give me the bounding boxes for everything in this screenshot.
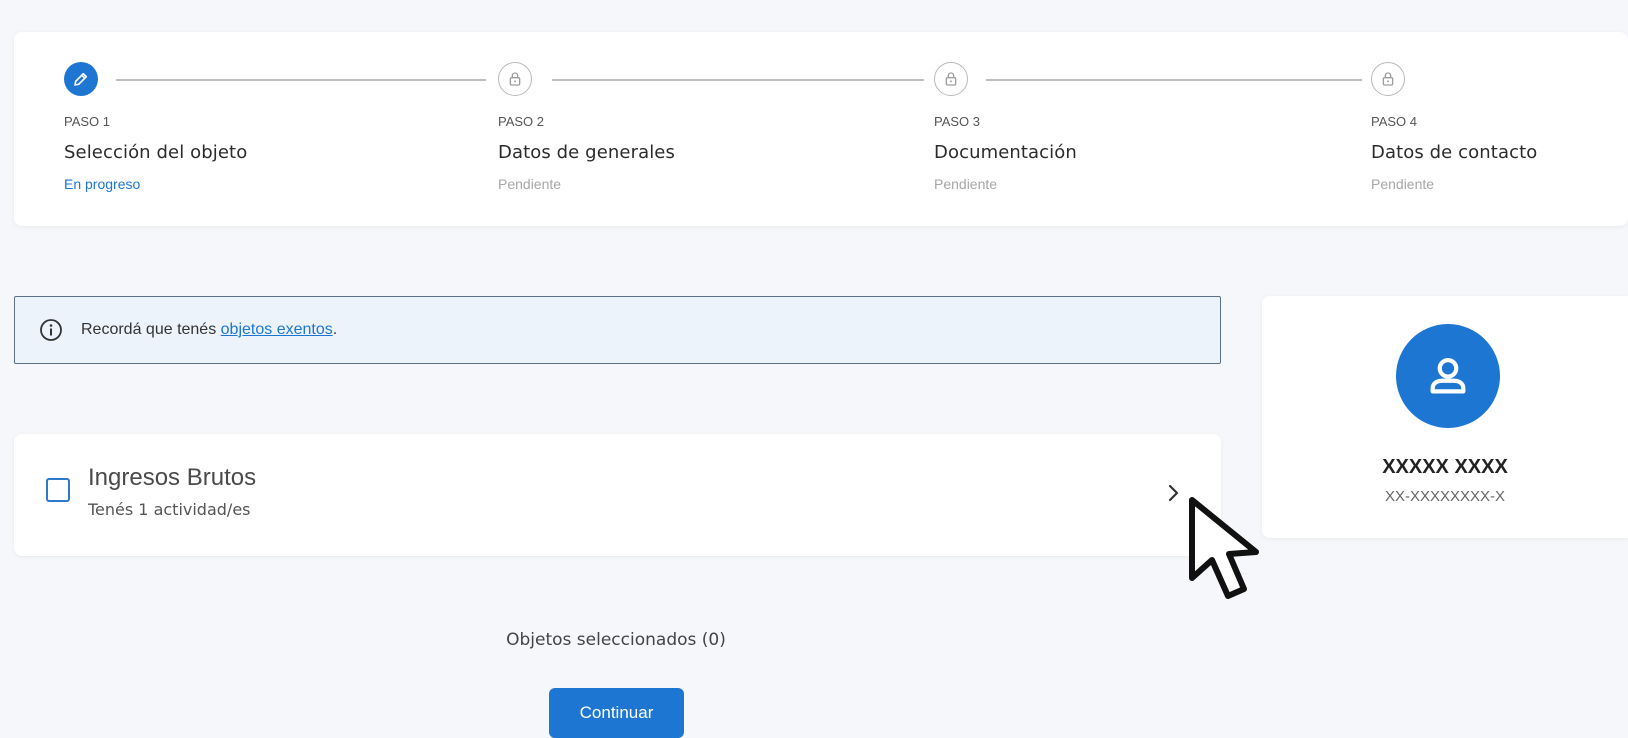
object-checkbox[interactable] [46, 478, 70, 502]
step-connector [986, 79, 1362, 81]
lock-icon [934, 62, 968, 96]
object-title: Ingresos Brutos [88, 464, 257, 491]
info-banner: Recordá que tenés objetos exentos. [14, 296, 1221, 364]
step-number: PASO 4 [1371, 114, 1418, 129]
info-message: Recordá que tenés [81, 321, 221, 338]
pencil-icon [64, 62, 98, 96]
lock-icon [1371, 62, 1405, 96]
continue-button[interactable]: Continuar [549, 688, 684, 738]
step-title: Documentación [934, 142, 1077, 163]
step-title: Datos de generales [498, 142, 675, 163]
lock-icon [498, 62, 532, 96]
profile-id: XX-XXXXXXXX-X [1384, 488, 1506, 505]
step-number: PASO 1 [64, 114, 111, 129]
step-number: PASO 2 [498, 114, 545, 129]
step-title: Selección del objeto [64, 142, 248, 163]
step-connector [552, 79, 924, 81]
exempt-objects-link[interactable]: objetos exentos [221, 321, 333, 338]
info-suffix: . [332, 321, 338, 338]
step-title: Datos de contacto [1371, 142, 1538, 163]
object-subtitle: Tenés 1 actividad/es [88, 500, 251, 519]
profile-card: XXXXX XXXX XX-XXXXXXXX-X [1262, 296, 1628, 538]
user-icon [1396, 324, 1500, 428]
object-card-ingresos-brutos[interactable]: Ingresos Brutos Tenés 1 actividad/es [14, 434, 1221, 556]
step-number: PASO 3 [934, 114, 981, 129]
chevron-right-icon[interactable] [1164, 481, 1184, 505]
stepper: PASO 1 Selección del objeto En progreso … [14, 32, 1628, 226]
step-connector [116, 79, 486, 81]
profile-name: XXXXX XXXX [1382, 456, 1508, 478]
step-status: Pendiente [1371, 176, 1435, 192]
info-text: Recordá que tenés objetos exentos. [81, 321, 337, 339]
info-icon [40, 319, 62, 341]
mouse-cursor-icon [1189, 497, 1259, 599]
step-status: Pendiente [934, 176, 998, 192]
step-status: Pendiente [498, 176, 562, 192]
step-status: En progreso [64, 176, 141, 192]
page: PASO 1 Selección del objeto En progreso … [0, 0, 1628, 738]
selected-objects-count: Objetos seleccionados (0) [506, 630, 726, 650]
